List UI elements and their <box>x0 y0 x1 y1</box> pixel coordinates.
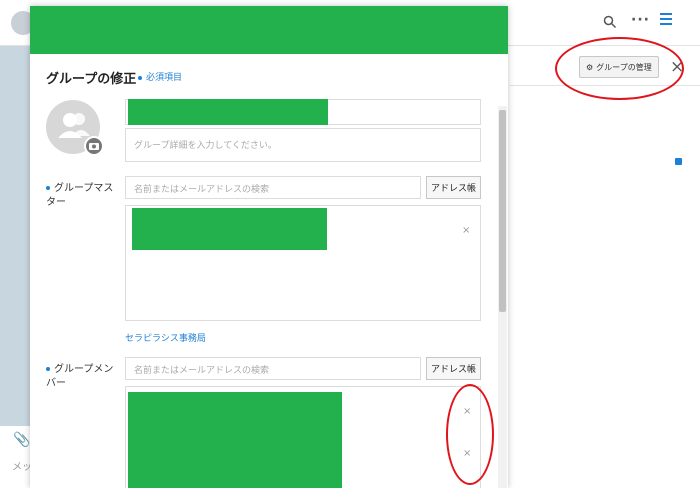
group-manage-button[interactable]: ⚙ グループの管理 <box>579 56 659 78</box>
member-remove-icon[interactable]: × <box>463 448 471 459</box>
camera-icon[interactable] <box>84 136 104 156</box>
gear-icon: ⚙ <box>586 62 594 72</box>
group-master-label-text: グループマスター <box>46 183 114 208</box>
master-entry-redacted <box>132 208 327 250</box>
search-icon[interactable] <box>603 14 617 29</box>
close-icon[interactable]: × <box>670 57 684 77</box>
group-member-label: グループメンバー <box>46 363 116 391</box>
master-address-book-button[interactable]: アドレス帳 <box>426 176 481 199</box>
left-panel <box>0 46 30 426</box>
master-remove-icon[interactable]: × <box>462 225 470 236</box>
message-placeholder: メッ <box>12 462 32 473</box>
modal-header-redacted <box>30 6 508 54</box>
member-address-book-button[interactable]: アドレス帳 <box>426 357 481 380</box>
required-note: 必須項目 <box>138 70 182 83</box>
member-entries-redacted <box>128 392 342 488</box>
member-search-input[interactable]: 名前またはメールアドレスの検索 <box>125 357 421 380</box>
group-edit-modal: グループの修正 必須項目 グループ詳細を入力してください。 グループマスター 名… <box>30 6 508 488</box>
master-search-input[interactable]: 名前またはメールアドレスの検索 <box>125 176 421 199</box>
attach-icon[interactable]: 📎 <box>13 432 30 448</box>
group-description-field[interactable]: グループ詳細を入力してください。 <box>125 128 481 162</box>
scrollbar-thumb[interactable] <box>499 110 506 312</box>
group-master-label: グループマスター <box>46 182 116 210</box>
group-member-label-text: グループメンバー <box>46 364 114 389</box>
menu-icon[interactable] <box>660 13 672 25</box>
group-manage-label: グループの管理 <box>596 62 652 72</box>
required-note-label: 必須項目 <box>146 73 183 83</box>
modal-title: グループの修正 <box>46 72 137 87</box>
member-remove-icon[interactable]: × <box>463 406 471 417</box>
department-link[interactable]: セラピラシス事務局 <box>125 331 206 344</box>
notification-badge <box>675 158 682 165</box>
group-name-redacted <box>128 99 328 125</box>
more-icon[interactable]: ··· <box>631 12 650 28</box>
